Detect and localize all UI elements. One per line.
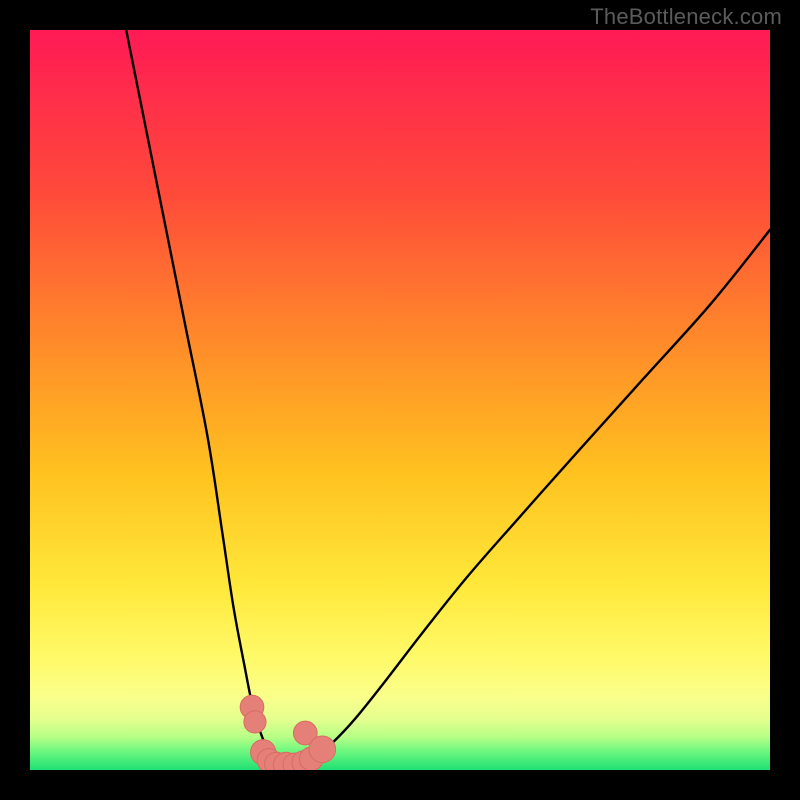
data-marker bbox=[244, 711, 266, 733]
chart-svg bbox=[30, 30, 770, 770]
chart-frame: TheBottleneck.com bbox=[0, 0, 800, 800]
gradient-background bbox=[30, 30, 770, 770]
data-marker bbox=[309, 736, 336, 763]
plot-area bbox=[30, 30, 770, 770]
watermark-text: TheBottleneck.com bbox=[590, 4, 782, 30]
